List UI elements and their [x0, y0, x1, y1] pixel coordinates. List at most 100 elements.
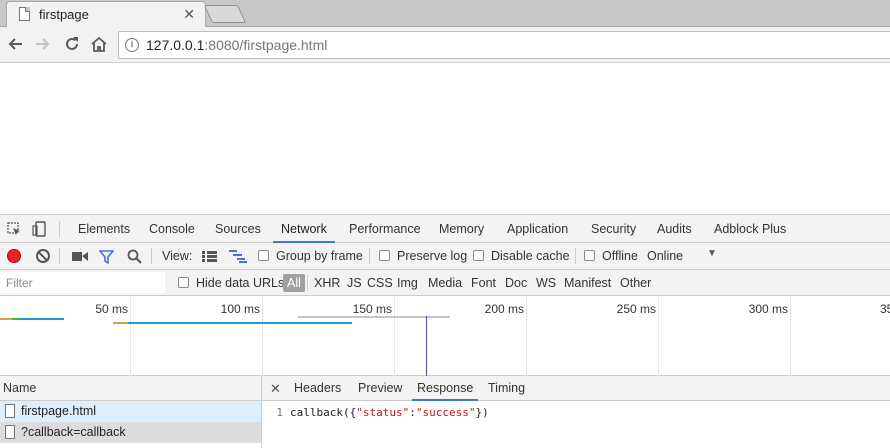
- tab-timing[interactable]: Timing: [483, 376, 530, 401]
- request-detail-pane: ✕ Headers Preview Response Timing 1 callb…: [262, 376, 890, 448]
- tick-label: 200 ms: [484, 302, 524, 316]
- tick-label: 250 ms: [616, 302, 656, 316]
- gridline: [658, 296, 659, 376]
- gridline: [790, 296, 791, 376]
- clear-icon[interactable]: [36, 249, 50, 263]
- detail-tabbar: ✕ Headers Preview Response Timing: [262, 376, 890, 401]
- preserve-log-checkbox[interactable]: [379, 250, 390, 261]
- inspect-element-icon[interactable]: [7, 222, 21, 236]
- tab-response[interactable]: Response: [412, 376, 479, 401]
- filter-doc[interactable]: Doc: [505, 276, 527, 290]
- request-row[interactable]: ?callback=callback: [0, 422, 261, 443]
- tick-label: 100 ms: [220, 302, 260, 316]
- request-bar-receiving: [12, 318, 22, 320]
- hide-data-urls-label[interactable]: Hide data URLs: [196, 276, 284, 290]
- record-icon[interactable]: [7, 249, 21, 263]
- filter-xhr[interactable]: XHR: [314, 276, 340, 290]
- request-bar-waiting: [0, 318, 12, 320]
- tab-preview[interactable]: Preview: [353, 376, 407, 401]
- tab-network[interactable]: Network: [273, 215, 335, 243]
- throttling-select[interactable]: Online: [647, 249, 683, 263]
- browser-toolbar: i 127.0.0.1:8080/firstpage.html: [0, 27, 890, 63]
- filter-font[interactable]: Font: [471, 276, 496, 290]
- tab-console[interactable]: Console: [141, 215, 203, 243]
- gridline: [394, 296, 395, 376]
- filter-other[interactable]: Other: [620, 276, 651, 290]
- network-toolbar: View: Group by frame Preserve log Disabl…: [0, 243, 890, 270]
- tab-memory[interactable]: Memory: [431, 215, 492, 243]
- tab-elements[interactable]: Elements: [70, 215, 138, 243]
- tab-adblock-plus[interactable]: Adblock Plus: [706, 215, 794, 243]
- filter-css[interactable]: CSS: [367, 276, 393, 290]
- tab-security[interactable]: Security: [583, 215, 644, 243]
- group-by-frame-label[interactable]: Group by frame: [276, 249, 363, 263]
- url-text: 127.0.0.1:8080/firstpage.html: [146, 37, 328, 53]
- filter-all-button[interactable]: All: [283, 274, 305, 292]
- tab-title: firstpage: [39, 7, 89, 22]
- disable-cache-checkbox[interactable]: [473, 250, 484, 261]
- tick-label: 300 ms: [748, 302, 788, 316]
- group-by-frame-checkbox[interactable]: [258, 250, 269, 261]
- devtools-tabbar: Elements Console Sources Network Perform…: [0, 215, 890, 243]
- filter-manifest[interactable]: Manifest: [564, 276, 611, 290]
- capture-screenshots-icon[interactable]: [72, 251, 88, 262]
- request-row[interactable]: firstpage.html: [0, 401, 261, 422]
- network-overview[interactable]: 50 ms 100 ms 150 ms 200 ms 250 ms 300 ms…: [0, 296, 890, 376]
- filter-input[interactable]: [0, 272, 165, 293]
- close-tab-icon[interactable]: ✕: [183, 6, 195, 23]
- request-name: ?callback=callback: [21, 425, 126, 439]
- preserve-log-label[interactable]: Preserve log: [397, 249, 467, 263]
- separator: [151, 248, 152, 264]
- gridline: [262, 296, 263, 376]
- response-body[interactable]: 1 callback({"status":"success"}): [262, 406, 488, 419]
- gridline: [130, 296, 131, 376]
- page-icon: [19, 7, 30, 21]
- waterfall-icon[interactable]: [229, 250, 247, 263]
- forward-icon[interactable]: [33, 34, 53, 54]
- hide-data-urls-checkbox[interactable]: [178, 277, 189, 288]
- document-icon: [5, 425, 15, 439]
- offline-label[interactable]: Offline: [602, 249, 638, 263]
- separator: [369, 248, 370, 264]
- close-icon[interactable]: ✕: [270, 381, 281, 397]
- page-content: [0, 64, 890, 215]
- new-tab-button[interactable]: [203, 5, 247, 23]
- chevron-down-icon[interactable]: ▼: [707, 248, 717, 259]
- devtools-panel: Elements Console Sources Network Perform…: [0, 214, 890, 448]
- filter-icon[interactable]: [99, 250, 114, 264]
- tab-audits[interactable]: Audits: [649, 215, 700, 243]
- line-number: 1: [276, 406, 283, 419]
- tick-label: 150 ms: [352, 302, 392, 316]
- search-icon[interactable]: [127, 249, 142, 264]
- tick-label: 50 ms: [95, 302, 128, 316]
- request-bar-waiting: [113, 322, 128, 324]
- request-bar-stalled: [298, 316, 450, 318]
- filter-media[interactable]: Media: [428, 276, 462, 290]
- filter-img[interactable]: Img: [397, 276, 418, 290]
- filter-js[interactable]: JS: [347, 276, 362, 290]
- tab-sources[interactable]: Sources: [207, 215, 269, 243]
- offline-checkbox[interactable]: [584, 250, 595, 261]
- tab-application[interactable]: Application: [499, 215, 576, 243]
- view-label: View:: [162, 249, 193, 263]
- back-icon[interactable]: [5, 34, 25, 54]
- request-bar-download: [22, 318, 64, 320]
- large-rows-icon[interactable]: [202, 251, 217, 262]
- tab-headers[interactable]: Headers: [289, 376, 346, 401]
- network-details-area: Name firstpage.html ?callback=callback ✕…: [0, 376, 890, 448]
- load-event-marker: [426, 316, 427, 376]
- filter-ws[interactable]: WS: [536, 276, 556, 290]
- document-icon: [5, 404, 15, 418]
- reload-icon[interactable]: [62, 34, 82, 54]
- address-bar[interactable]: i 127.0.0.1:8080/firstpage.html: [118, 31, 890, 59]
- tab-performance[interactable]: Performance: [341, 215, 429, 243]
- disable-cache-label[interactable]: Disable cache: [491, 249, 570, 263]
- browser-tab[interactable]: firstpage ✕: [6, 1, 206, 27]
- name-column-header[interactable]: Name: [0, 376, 261, 401]
- info-icon[interactable]: i: [125, 38, 139, 52]
- gridline: [526, 296, 527, 376]
- separator: [307, 275, 308, 291]
- device-toolbar-icon[interactable]: [32, 221, 46, 237]
- separator: [59, 221, 60, 237]
- home-icon[interactable]: [89, 34, 109, 54]
